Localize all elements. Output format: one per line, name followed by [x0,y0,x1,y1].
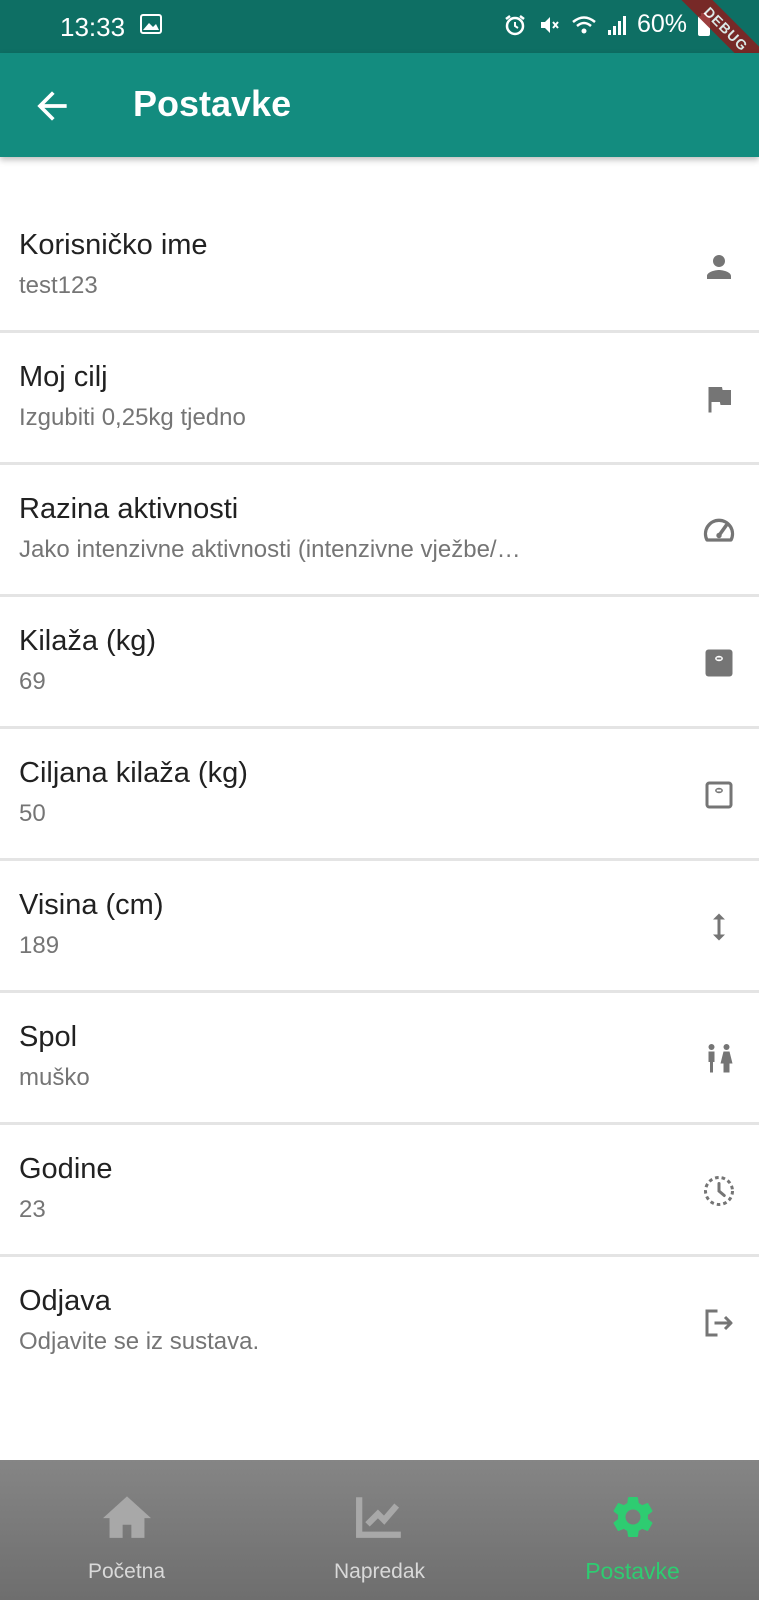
height-icon [701,909,737,945]
age-clock-icon [701,1173,737,1209]
status-bar: 13:33 60% DEBUG [0,0,759,90]
bottom-nav: Početna Napredak Postavke [0,1460,759,1600]
setting-subtitle: test123 [19,272,98,299]
settings-list: Korisničko ime test123 Moj cilj Izgubiti… [0,201,759,1389]
mute-icon [540,16,559,33]
alarm-icon [505,14,525,35]
status-time: 13:33 [60,12,126,42]
nav-progress[interactable]: Napredak [253,1460,506,1600]
setting-logout[interactable]: Odjava Odjavite se iz sustava. [0,1257,759,1389]
app-bar: Postavke [0,53,759,157]
setting-subtitle: 189 [19,932,60,959]
setting-subtitle: Odjavite se iz sustava. [19,1328,260,1355]
setting-title: Godine [19,1153,113,1185]
setting-goal[interactable]: Moj cilj Izgubiti 0,25kg tjedno [0,333,759,465]
speedometer-icon [701,513,737,549]
nav-label: Početna [87,1560,166,1583]
nav-settings[interactable]: Postavke [506,1460,759,1600]
setting-subtitle: Izgubiti 0,25kg tjedno [19,404,246,431]
nav-label: Postavke [585,1558,680,1584]
signal-icon [607,15,626,35]
flag-icon [701,381,737,417]
setting-subtitle: 23 [19,1196,46,1223]
setting-subtitle: 50 [19,800,46,827]
setting-title: Kilaža (kg) [19,625,156,657]
setting-age[interactable]: Godine 23 [0,1125,759,1257]
page-title: Postavke [133,83,292,124]
setting-subtitle: muško [19,1064,90,1091]
setting-subtitle: 69 [19,668,46,695]
scale-icon [701,645,737,681]
setting-height[interactable]: Visina (cm) 189 [0,861,759,993]
setting-title: Odjava [19,1285,111,1317]
setting-gender[interactable]: Spol muško [0,993,759,1125]
setting-title: Ciljana kilaža (kg) [19,757,248,789]
back-button[interactable] [30,84,74,128]
setting-target-weight[interactable]: Ciljana kilaža (kg) 50 [0,729,759,861]
setting-title: Moj cilj [19,361,108,393]
nav-home[interactable]: Početna [0,1460,253,1600]
setting-weight[interactable]: Kilaža (kg) 69 [0,597,759,729]
battery-percent: 60% [636,10,687,38]
chart-icon [355,1497,401,1538]
setting-activity-level[interactable]: Razina aktivnosti Jako intenzivne aktivn… [0,465,759,597]
nav-label: Napredak [333,1560,426,1583]
gallery-icon [140,14,162,34]
wifi-icon [572,15,596,33]
gear-icon [613,1497,652,1537]
setting-title: Korisničko ime [19,229,208,261]
home-icon [102,1496,151,1538]
setting-subtitle: Jako intenzivne aktivnosti (intenzivne v… [19,536,521,563]
person-icon [701,249,737,285]
logout-icon [701,1305,737,1341]
arrow-back-icon [37,91,67,121]
scale-outline-icon [701,777,737,813]
gender-icon [701,1041,737,1077]
setting-title: Visina (cm) [19,889,164,921]
setting-title: Razina aktivnosti [19,493,239,525]
status-icons: 60% [503,10,711,39]
setting-title: Spol [19,1021,78,1053]
setting-username[interactable]: Korisničko ime test123 [0,201,759,333]
